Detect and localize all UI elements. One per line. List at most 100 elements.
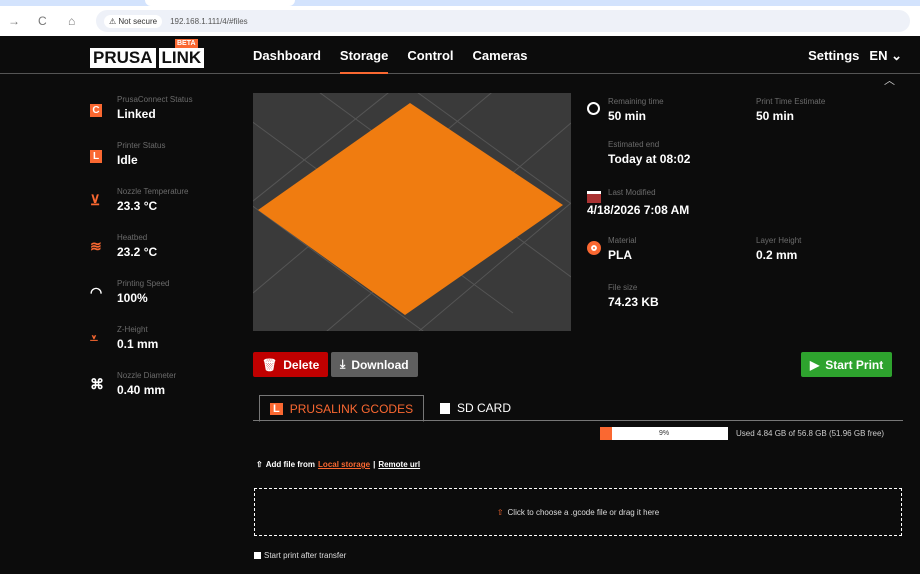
modified-value: 4/18/2026 7:08 AM <box>587 203 690 217</box>
estimate-label: Print Time Estimate <box>756 97 826 106</box>
value: Linked <box>117 107 156 121</box>
sidebar-prusaconnect: C PrusaConnect Status Linked <box>90 95 193 141</box>
file-info: Remaining time 50 min Print Time Estimate… <box>587 97 907 330</box>
value: Idle <box>117 153 138 167</box>
nav-settings[interactable]: Settings <box>808 48 859 64</box>
nozzle-icon: ⊻ <box>90 192 101 208</box>
nav-storage[interactable]: Storage <box>339 48 389 74</box>
start-after-transfer-checkbox[interactable] <box>254 552 261 559</box>
language-label: EN <box>869 48 888 63</box>
speedometer-icon: ◠ <box>90 284 103 300</box>
url-field[interactable]: ⚠ Not secure 192.168.1.111/4/#files <box>96 10 910 32</box>
remote-url-link[interactable]: Remote url <box>378 460 420 469</box>
value: 100% <box>117 291 148 305</box>
not-secure-badge[interactable]: ⚠ Not secure <box>104 14 163 28</box>
storage-usage-bar: 9% <box>600 427 728 440</box>
tab-label: PRUSALINK GCODES <box>289 401 414 416</box>
logo-link: LINK <box>158 48 205 68</box>
tab-sd-card[interactable]: SD CARD <box>430 395 521 421</box>
prusalink-logo[interactable]: PRUSA LINK <box>90 48 205 68</box>
nozzle-diameter-icon: ⌘ <box>90 376 104 392</box>
start-after-transfer-label: Start print after transfer <box>264 551 347 560</box>
sidebar-nozzle-temp: ⊻ Nozzle Temperature 23.3 °C <box>90 187 193 233</box>
prusalink-icon: L <box>270 402 283 415</box>
download-button[interactable]: ⤓ Download <box>331 352 418 377</box>
label: Printer Status <box>117 141 166 150</box>
prusaconnect-icon: C <box>90 104 102 117</box>
chevron-down-icon: ⌄ <box>891 48 902 63</box>
collapse-chevron-up-icon[interactable]: ︿ <box>884 72 895 88</box>
logo-prusa: PRUSA <box>90 48 156 68</box>
layer-label: Layer Height <box>756 236 802 245</box>
add-file-label: Add file from <box>265 460 316 469</box>
start-print-button[interactable]: ▶ Start Print <box>801 352 893 377</box>
storage-tabs: L PRUSALINK GCODES SD CARD <box>253 395 903 422</box>
download-label: Download <box>351 357 409 372</box>
printer-status-icon: L <box>90 150 102 163</box>
nav-control[interactable]: Control <box>407 48 453 74</box>
home-icon[interactable]: ⌂ <box>68 14 90 28</box>
value: 0.40 mm <box>117 383 166 397</box>
reload-icon[interactable]: C <box>38 14 60 28</box>
beta-badge: BETA <box>175 39 198 48</box>
upload-arrow-icon: ⇧ <box>496 507 504 517</box>
download-icon: ⤓ <box>340 357 346 371</box>
browser-address-bar: → C ⌂ ⚠ Not secure 192.168.1.111/4/#file… <box>0 6 920 36</box>
material-label: Material <box>608 236 637 245</box>
value: 0.1 mm <box>117 337 159 351</box>
sidebar-speed: ◠ Printing Speed 100% <box>90 279 193 325</box>
nav-dashboard[interactable]: Dashboard <box>253 48 321 74</box>
remaining-value: 50 min <box>608 109 647 123</box>
label: PrusaConnect Status <box>117 95 193 104</box>
local-storage-link[interactable]: Local storage <box>318 460 370 469</box>
delete-label: Delete <box>283 357 320 372</box>
label: Heatbed <box>117 233 148 242</box>
printer-sidebar: C PrusaConnect Status Linked L Printer Stat… <box>90 95 193 417</box>
sd-card-icon <box>440 402 450 414</box>
layer-value: 0.2 mm <box>756 248 798 262</box>
sidebar-z-height: ⩡ Z-Height 0.1 mm <box>90 325 193 371</box>
delete-button[interactable]: 🗑 Delete <box>253 352 329 377</box>
tab-label: SD CARD <box>457 401 512 415</box>
label: Nozzle Diameter <box>117 371 177 380</box>
sidebar-printer-status: L Printer Status Idle <box>90 141 193 187</box>
gcode-preview-image <box>253 93 571 331</box>
remaining-label: Remaining time <box>608 97 664 106</box>
material-value: PLA <box>608 248 632 262</box>
storage-percent: 9% <box>658 430 670 437</box>
play-icon: ▶ <box>810 357 820 372</box>
label: Z-Height <box>117 325 148 334</box>
trash-icon: 🗑 <box>262 357 278 372</box>
label: Printing Speed <box>117 279 170 288</box>
value: 23.2 °C <box>117 245 158 259</box>
upload-arrow-icon: ⇧ <box>256 460 263 469</box>
spool-icon <box>587 241 601 255</box>
start-after-transfer-option: Start print after transfer <box>254 551 346 560</box>
language-select[interactable]: EN ⌄ <box>869 48 902 64</box>
nav-cameras[interactable]: Cameras <box>473 48 528 74</box>
sidebar-heatbed: ≋ Heatbed 23.2 °C <box>90 233 193 279</box>
heatbed-icon: ≋ <box>90 238 102 254</box>
tab-prusalink-gcodes[interactable]: L PRUSALINK GCODES <box>259 395 425 422</box>
z-height-icon: ⩡ <box>90 330 98 346</box>
file-drop-zone[interactable]: ⇧ Click to choose a .gcode file or drag i… <box>254 488 902 536</box>
calendar-icon <box>587 191 601 203</box>
drop-zone-text: Click to choose a .gcode file or drag it… <box>507 507 660 517</box>
storage-used-text: Used 4.84 GB of 56.8 GB (51.96 GB free) <box>736 429 885 438</box>
separator: | <box>373 460 376 469</box>
top-nav: PRUSA LINK BETA Dashboard Storage Control… <box>0 36 920 74</box>
end-label: Estimated end <box>608 140 660 149</box>
security-label: Not secure <box>118 16 158 26</box>
end-value: Today at 08:02 <box>608 152 691 166</box>
value: 23.3 °C <box>117 199 158 213</box>
url-text: 192.168.1.111/4/#files <box>170 16 248 26</box>
add-file-row: ⇧ Add file from Local storage | Remote url <box>256 460 420 469</box>
clock-icon <box>587 102 600 115</box>
start-label: Start Print <box>825 357 884 372</box>
sidebar-nozzle-diameter: ⌘ Nozzle Diameter 0.40 mm <box>90 371 193 417</box>
modified-label: Last Modified <box>608 188 656 197</box>
forward-icon[interactable]: → <box>8 14 30 28</box>
estimate-value: 50 min <box>756 109 795 123</box>
size-label: File size <box>608 283 638 292</box>
label: Nozzle Temperature <box>117 187 189 196</box>
